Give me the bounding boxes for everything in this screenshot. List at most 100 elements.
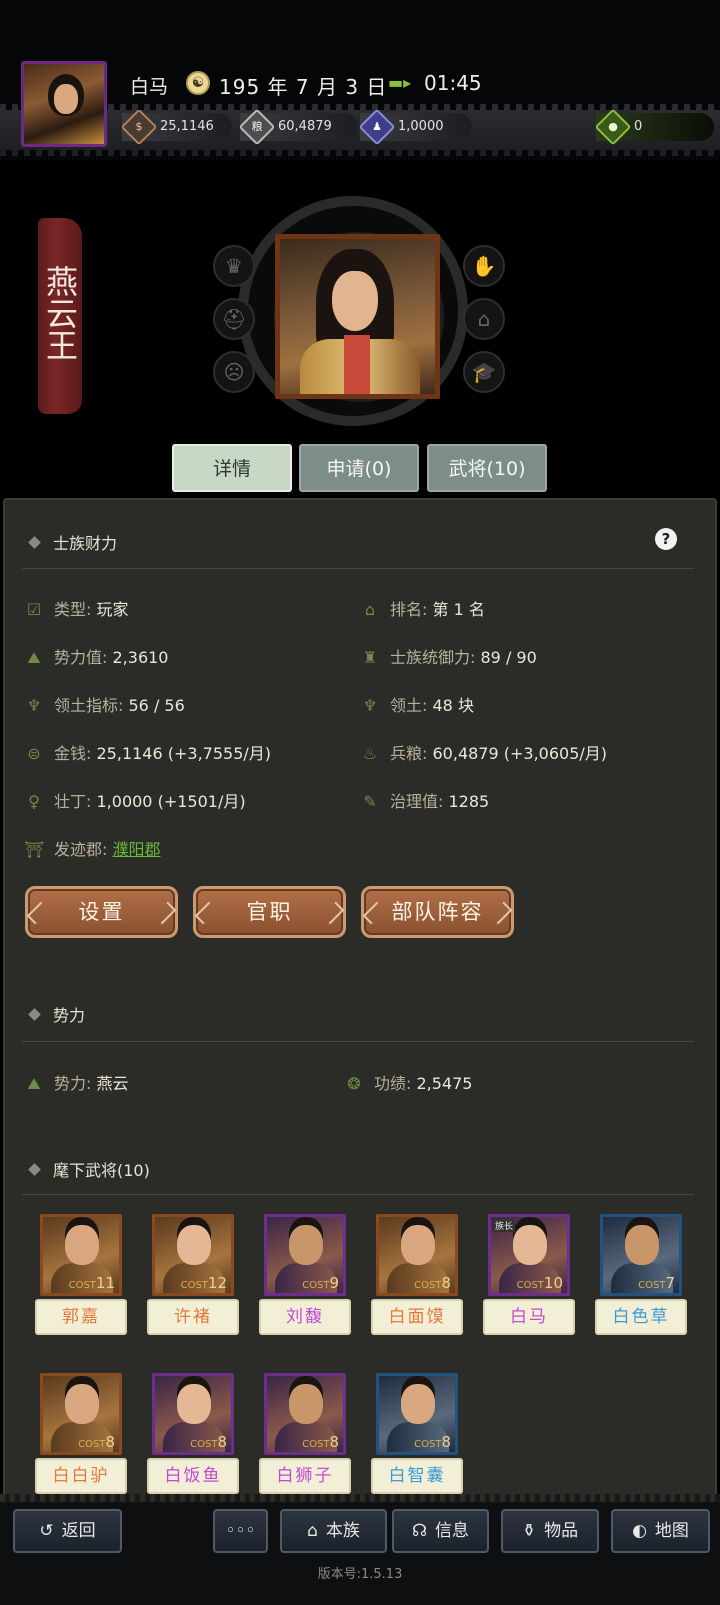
mask-icon[interactable]: ☹ bbox=[213, 351, 255, 393]
medal-icon: ❂ bbox=[347, 1074, 361, 1093]
stat-command: ♜ 士族统御力: 89 / 90 bbox=[360, 644, 537, 668]
section-power-title: 势力 bbox=[28, 1002, 85, 1026]
general-name: 许褚 bbox=[147, 1299, 239, 1335]
general-card[interactable]: COST11 郭嘉 bbox=[35, 1214, 127, 1335]
general-portrait: COST9 bbox=[264, 1214, 346, 1296]
hand-coin-icon[interactable]: ✋ bbox=[463, 245, 505, 287]
general-name: 白智囊 bbox=[371, 1458, 463, 1494]
general-card[interactable]: COST7 白色草 bbox=[595, 1214, 687, 1335]
coin-icon: ⊜ bbox=[27, 744, 41, 763]
general-card[interactable]: COST12 许褚 bbox=[147, 1214, 239, 1335]
general-cost: COST8 bbox=[414, 1274, 451, 1292]
gate-icon: ⛩ bbox=[24, 840, 45, 859]
horse-icon: ▬▸ bbox=[388, 73, 412, 92]
food-value: 60,4879 bbox=[278, 119, 332, 134]
title-banner-text: 燕云王 bbox=[41, 265, 79, 361]
stat-governance: ✎ 治理值: 1285 bbox=[360, 788, 489, 812]
general-name: 刘馥 bbox=[259, 1299, 351, 1335]
general-card[interactable]: COST8 白白驴 bbox=[35, 1373, 127, 1494]
general-portrait: 族长 COST10 bbox=[488, 1214, 570, 1296]
general-cost: COST8 bbox=[414, 1433, 451, 1451]
mountain-icon: ⛰ bbox=[27, 1074, 41, 1093]
divider bbox=[22, 1041, 694, 1042]
general-cost: COST11 bbox=[68, 1274, 115, 1292]
stat-merit: ❂ 功绩: 2,5475 bbox=[344, 1070, 472, 1094]
tab-details[interactable]: 详情 bbox=[172, 444, 292, 492]
version-label: 版本号:1.5.13 bbox=[317, 1567, 403, 1582]
back-button[interactable]: ↺ 返回 bbox=[13, 1509, 122, 1553]
stat-territory-quota: ♆ 领土指标: 56 / 56 bbox=[24, 692, 185, 716]
title-banner: 燕云王 bbox=[38, 218, 82, 414]
stat-money: ⊜ 金钱: 25,1146 (+3,7555/月) bbox=[24, 740, 271, 764]
game-time: 01:45 bbox=[424, 71, 482, 95]
land-icon: ♆ bbox=[362, 696, 378, 715]
general-card[interactable]: COST8 白饭鱼 bbox=[147, 1373, 239, 1494]
mountain-icon: ⛰ bbox=[27, 648, 41, 667]
money-resource[interactable]: $ 25,1146 bbox=[120, 108, 232, 146]
general-name: 白饭鱼 bbox=[147, 1458, 239, 1494]
food-resource[interactable]: 粮 60,4879 bbox=[238, 108, 358, 146]
origin-link[interactable]: 濮阳郡 bbox=[113, 840, 161, 859]
general-card[interactable]: COST9 刘馥 bbox=[259, 1214, 351, 1335]
chat-icon: ☊ bbox=[411, 1521, 428, 1541]
general-card[interactable]: COST8 白智囊 bbox=[371, 1373, 463, 1494]
help-icon[interactable]: ? bbox=[655, 528, 677, 550]
globe-icon: ◐ bbox=[632, 1521, 647, 1541]
stat-faction: ⛰ 势力: 燕云 bbox=[24, 1070, 128, 1094]
leader-portrait[interactable] bbox=[275, 234, 440, 399]
stat-food: ♨ 兵粮: 60,4879 (+3,0605/月) bbox=[360, 740, 607, 764]
general-portrait: COST8 bbox=[40, 1373, 122, 1455]
general-cost: COST12 bbox=[180, 1274, 227, 1292]
manpower-resource[interactable]: ♟ 1,0000 bbox=[358, 108, 472, 146]
tab-applications[interactable]: 申请(0) bbox=[299, 444, 419, 492]
general-portrait: COST8 bbox=[152, 1373, 234, 1455]
general-portrait: COST11 bbox=[40, 1214, 122, 1296]
house-icon: ⌂ bbox=[307, 1521, 318, 1541]
general-card[interactable]: COST8 白狮子 bbox=[259, 1373, 351, 1494]
section-wealth-title: 士族财力 bbox=[28, 530, 117, 554]
stat-manpower: ♀ 壮丁: 1,0000 (+1501/月) bbox=[24, 788, 245, 812]
crown-icon[interactable]: ♛ bbox=[213, 245, 255, 287]
section-generals-title: 麾下武将(10) bbox=[28, 1157, 150, 1181]
settings-button[interactable]: 设置 bbox=[25, 886, 178, 938]
player-avatar[interactable] bbox=[21, 61, 107, 147]
divider bbox=[22, 1194, 694, 1195]
items-button[interactable]: ⚱ 物品 bbox=[501, 1509, 599, 1553]
map-button[interactable]: ◐ 地图 bbox=[611, 1509, 710, 1553]
general-card[interactable]: COST8 白面馍 bbox=[371, 1214, 463, 1335]
hat-icon[interactable]: ⌂ bbox=[463, 298, 505, 340]
general-cost: COST9 bbox=[302, 1274, 339, 1292]
pouch-resource[interactable]: ● 0 bbox=[594, 108, 714, 146]
checklist-icon: ☑ bbox=[26, 600, 42, 619]
graduation-cap-icon[interactable]: 🎓 bbox=[463, 351, 505, 393]
general-cost: COST7 bbox=[638, 1274, 675, 1292]
general-card[interactable]: 族长 COST10 白马 bbox=[483, 1214, 575, 1335]
pouch-icon: ● bbox=[594, 108, 632, 146]
clan-button[interactable]: ⌂ 本族 bbox=[280, 1509, 387, 1553]
general-name: 白色草 bbox=[595, 1299, 687, 1335]
general-portrait: COST12 bbox=[152, 1214, 234, 1296]
general-portrait: COST7 bbox=[600, 1214, 682, 1296]
general-name: 白马 bbox=[483, 1299, 575, 1335]
general-name: 白白驴 bbox=[35, 1458, 127, 1494]
pouch-value: 0 bbox=[634, 119, 643, 134]
office-button[interactable]: 官职 bbox=[193, 886, 346, 938]
general-name: 郭嘉 bbox=[35, 1299, 127, 1335]
general-portrait: COST8 bbox=[264, 1373, 346, 1455]
formation-button[interactable]: 部队阵容 bbox=[361, 886, 514, 938]
divider bbox=[22, 568, 694, 569]
general-cost: COST8 bbox=[302, 1433, 339, 1451]
helmet-icon[interactable]: ⛑ bbox=[213, 298, 255, 340]
governance-icon: ✎ bbox=[363, 792, 377, 811]
chief-badge: 族长 bbox=[493, 1219, 516, 1232]
money-value: 25,1146 bbox=[160, 119, 214, 134]
info-button[interactable]: ☊ 信息 bbox=[392, 1509, 489, 1553]
land-icon: ♆ bbox=[26, 696, 42, 715]
coin-icon: $ bbox=[120, 108, 158, 146]
tab-generals[interactable]: 武将(10) bbox=[427, 444, 547, 492]
calendar-icon: ☯ bbox=[186, 71, 210, 95]
general-cost: COST8 bbox=[190, 1433, 227, 1451]
back-arrow-icon: ↺ bbox=[39, 1521, 54, 1541]
more-button[interactable]: ◦◦◦ bbox=[213, 1509, 268, 1553]
general-portrait: COST8 bbox=[376, 1373, 458, 1455]
